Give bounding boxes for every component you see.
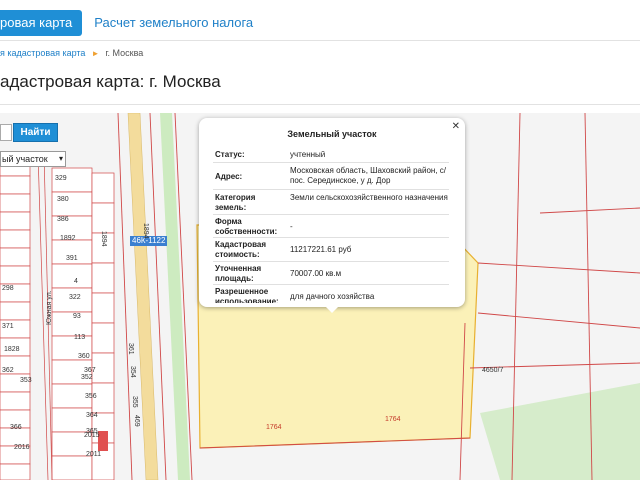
page-title: адастровая карта: г. Москва (0, 72, 221, 91)
info-row: Разрешенное использование: для дачного х… (213, 284, 449, 303)
close-icon[interactable]: ✕ (452, 121, 460, 132)
map-label: 329 (55, 175, 67, 182)
tab-land-tax[interactable]: Расчет земельного налога (82, 10, 265, 36)
map-label: 113 (74, 334, 86, 341)
map-label: 352 (81, 374, 93, 381)
map-label: 361 (127, 343, 134, 355)
info-value: - (290, 222, 293, 231)
info-value: Московская область, Шаховский район, с/п… (290, 166, 447, 185)
chevron-down-icon: ▾ (58, 154, 63, 163)
map-label: 360 (78, 353, 90, 360)
breadcrumb-link[interactable]: я кадастровая карта (0, 48, 85, 58)
info-key: Разрешенное использование: (215, 287, 279, 303)
map-label: 4650/7 (482, 367, 504, 374)
map-label: 386 (57, 216, 69, 223)
info-key: Уточненная площадь: (215, 264, 262, 283)
info-row: Статус: учтенный (213, 151, 449, 162)
info-value: 70007.00 кв.м (290, 269, 342, 278)
object-type-select[interactable]: ый участок ▾ (0, 151, 66, 167)
map-label: 1894 (100, 231, 107, 247)
map-label: 356 (85, 393, 97, 400)
map-label: 93 (73, 313, 81, 320)
map-label: 353 (20, 377, 32, 384)
map-label: 1764 (385, 416, 401, 423)
street-label: Южная ул. (46, 290, 53, 325)
object-type-value: ый участок (2, 154, 48, 164)
info-key: Форма собственности: (215, 217, 278, 236)
map-label: 380 (57, 196, 69, 203)
info-key: Категория земель: (215, 193, 256, 212)
parcel-info-popup: Земельный участок ✕ Статус: учтенный Адр… (199, 118, 465, 307)
map-label: 1894 (142, 223, 149, 239)
info-key: Статус: (215, 151, 245, 159)
map-label: 362 (2, 367, 14, 374)
info-row: Категория земель: Земли сельскохозяйстве… (213, 189, 449, 214)
popup-pointer (324, 305, 340, 313)
info-value: Земли сельскохозяйственного назначения (290, 193, 448, 202)
info-row: Адрес: Московская область, Шаховский рай… (213, 162, 449, 189)
map-label: 2015 (84, 432, 100, 439)
search-input[interactable] (0, 124, 12, 141)
tab-cadastral-map[interactable]: ровая карта (0, 10, 83, 36)
breadcrumb: я кадастровая карта ► г. Москва (0, 48, 143, 58)
popup-title: Земельный участок (287, 129, 377, 139)
map-label: 364 (86, 412, 98, 419)
map-label: 354 (129, 366, 136, 378)
header-divider (0, 40, 640, 41)
map-label: 322 (69, 294, 81, 301)
map-label: 391 (66, 255, 78, 262)
popup-info-table: Статус: учтенный Адрес: Московская облас… (213, 151, 449, 303)
info-row: Уточненная площадь: 70007.00 кв.м (213, 261, 449, 284)
map-label: 2011 (86, 451, 102, 458)
map-label: 355 (131, 396, 138, 408)
map-label: 469 (133, 415, 140, 427)
map-label: 298 (2, 285, 14, 292)
find-button[interactable]: Найти (13, 123, 58, 142)
info-row: Кадастровая стоимость: 11217221.61 руб (213, 237, 449, 261)
info-value: 11217221.61 руб (290, 245, 352, 254)
map-label: 4 (74, 278, 78, 285)
map-label: 366 (10, 424, 22, 431)
info-row: Форма собственности: - (213, 214, 449, 237)
info-value: учтенный (290, 151, 326, 159)
title-divider (0, 104, 640, 105)
map-label: 1764 (266, 424, 282, 431)
breadcrumb-current: г. Москва (105, 48, 144, 58)
map-label: 371 (2, 323, 14, 330)
map-label: 1892 (60, 235, 76, 242)
top-tabs: ровая карта Расчет земельного налога (0, 10, 265, 36)
cadastral-map[interactable]: Найти ый участок ▾ 46К-1122 329 380 386 … (0, 113, 640, 480)
info-value: для дачного хозяйства (290, 292, 375, 301)
info-key: Адрес: (215, 172, 243, 181)
map-label: 367 (84, 367, 96, 374)
info-key: Кадастровая стоимость: (215, 240, 267, 259)
map-label: 2016 (14, 444, 30, 451)
breadcrumb-separator-icon: ► (91, 48, 100, 58)
map-label: 1828 (4, 346, 20, 353)
